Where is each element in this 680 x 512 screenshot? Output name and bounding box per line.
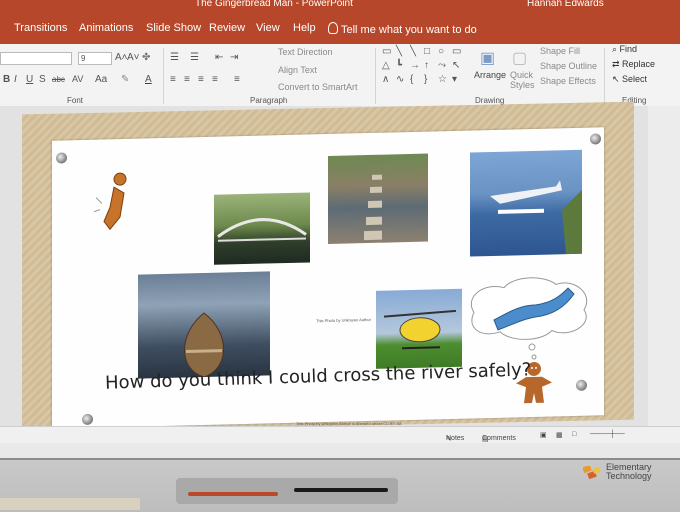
divider <box>604 48 605 104</box>
grow-font-button[interactable]: A˄ <box>115 52 128 63</box>
pushpin-icon <box>56 152 67 164</box>
divider <box>375 48 376 104</box>
text-direction-button[interactable]: Text Direction <box>278 47 333 57</box>
tab-slide-show[interactable]: Slide Show <box>146 22 201 34</box>
align-center-icon[interactable]: ≡ <box>184 74 190 85</box>
normal-view-icon[interactable]: ▣ <box>540 431 547 439</box>
replace-icon: ⇄ <box>612 59 623 69</box>
gingerbread-running-image[interactable] <box>90 156 144 237</box>
brand-label: Elementary Technology <box>606 463 652 481</box>
divider <box>163 48 164 104</box>
notes-label: Notes <box>446 435 465 442</box>
shadow-button[interactable]: S <box>39 74 46 85</box>
convert-smartart-button[interactable]: Convert to SmartArt <box>278 82 358 92</box>
title-bar: The Gingerbread Man - PowerPoint Hannah … <box>0 0 680 12</box>
highlight-icon[interactable]: ✎ <box>121 74 129 85</box>
slide-sorter-icon[interactable]: ▦ <box>556 431 563 439</box>
align-right-icon[interactable]: ≡ <box>198 74 204 85</box>
status-bar: ✎ Notes ▤ Comments ▣ ▦ □ ────┼── <box>0 426 680 443</box>
paragraph-group-label: Paragraph <box>250 96 288 105</box>
pushpin-icon <box>82 413 93 426</box>
ribbon-tabs: Transitions Animations Slide Show Review… <box>0 12 680 44</box>
photo-credit[interactable]: This Photo by Unknown Author <box>316 317 371 323</box>
lightbulb-icon <box>328 22 338 34</box>
stepping-stones-photo[interactable] <box>328 153 428 244</box>
strikethrough-button[interactable]: abc <box>52 75 65 84</box>
underline-button[interactable]: U <box>26 74 33 85</box>
italic-button[interactable]: I <box>14 74 17 85</box>
arrange-icon[interactable]: ▣ <box>480 48 495 68</box>
find-label: Find <box>619 44 638 54</box>
user-name[interactable]: Hannah Edwards <box>527 0 604 9</box>
char-spacing-button[interactable]: AV <box>72 74 83 84</box>
justify-icon[interactable]: ≡ <box>212 74 218 85</box>
seaplane-photo[interactable] <box>470 149 582 257</box>
numbering-icon[interactable]: ☰ <box>190 52 199 63</box>
monitor-screen: The Gingerbread Man - PowerPoint Hannah … <box>0 0 680 470</box>
ruler <box>0 498 140 510</box>
select-label: Select <box>622 74 648 84</box>
font-color-button[interactable]: A <box>145 74 152 85</box>
align-left-icon[interactable]: ≡ <box>170 74 176 85</box>
clear-format-icon[interactable]: ✤ <box>142 52 150 63</box>
shape-effects-button[interactable]: Shape Effects <box>540 76 596 86</box>
search-icon: ⌕ <box>612 44 620 54</box>
decrease-indent-icon[interactable]: ⇤ <box>215 52 223 63</box>
shape-fill-button[interactable]: Shape Fill <box>540 46 580 56</box>
tab-help[interactable]: Help <box>293 22 316 34</box>
comments-label: Comments <box>482 435 516 442</box>
elementary-logo-icon <box>583 466 601 480</box>
increase-indent-icon[interactable]: ⇥ <box>230 52 238 63</box>
thought-bubble-river-image[interactable] <box>464 273 594 344</box>
rowing-boat-photo[interactable] <box>138 271 270 379</box>
helicopter-photo[interactable] <box>376 288 462 369</box>
pushpin-icon <box>576 379 587 391</box>
font-name-box[interactable] <box>0 52 72 65</box>
tab-transitions[interactable]: Transitions <box>14 22 67 34</box>
tell-me-search[interactable]: Tell me what you want to do <box>328 22 477 36</box>
tab-animations[interactable]: Animations <box>79 22 133 34</box>
columns-icon[interactable]: ≡ <box>234 74 240 85</box>
shrink-font-button[interactable]: A˅ <box>127 52 140 63</box>
vertical-scrollbar[interactable] <box>648 106 680 426</box>
quick-styles-icon[interactable]: ▢ <box>512 48 527 68</box>
font-group-label: Font <box>67 96 84 105</box>
bold-button[interactable]: B <box>3 74 10 85</box>
zoom-slider[interactable]: ────┼── <box>590 431 625 438</box>
select-button[interactable]: ↖ Select <box>612 74 647 85</box>
bridge-photo[interactable] <box>214 192 310 265</box>
align-text-button[interactable]: Align Text <box>278 65 317 75</box>
find-button[interactable]: ⌕ Find <box>612 44 637 55</box>
black-pen[interactable] <box>294 488 388 492</box>
change-case-button[interactable]: Aa <box>95 74 107 85</box>
reading-view-icon[interactable]: □ <box>572 431 576 438</box>
arrange-button[interactable]: Arrange <box>474 70 506 80</box>
ribbon: 9 A˄ A˅ ✤ B I U S abc AV Aa ✎ A Font ☰ ☰… <box>0 44 680 107</box>
window-title: The Gingerbread Man - PowerPoint <box>195 0 353 9</box>
font-size-box[interactable]: 9 <box>78 52 112 65</box>
tab-view[interactable]: View <box>256 22 280 34</box>
replace-label: Replace <box>622 59 656 69</box>
quick-styles-button[interactable]: Quick Styles <box>510 70 536 90</box>
cursor-icon: ↖ <box>612 74 623 84</box>
brand-line2: Technology <box>606 471 652 481</box>
replace-button[interactable]: ⇄ Replace <box>612 59 655 70</box>
tab-review[interactable]: Review <box>209 22 245 34</box>
red-pen[interactable] <box>188 492 278 496</box>
pushpin-icon <box>590 133 601 145</box>
shape-outline-button[interactable]: Shape Outline <box>540 61 597 71</box>
tell-me-text: Tell me what you want to do <box>341 24 477 36</box>
bullets-icon[interactable]: ☰ <box>170 52 179 63</box>
